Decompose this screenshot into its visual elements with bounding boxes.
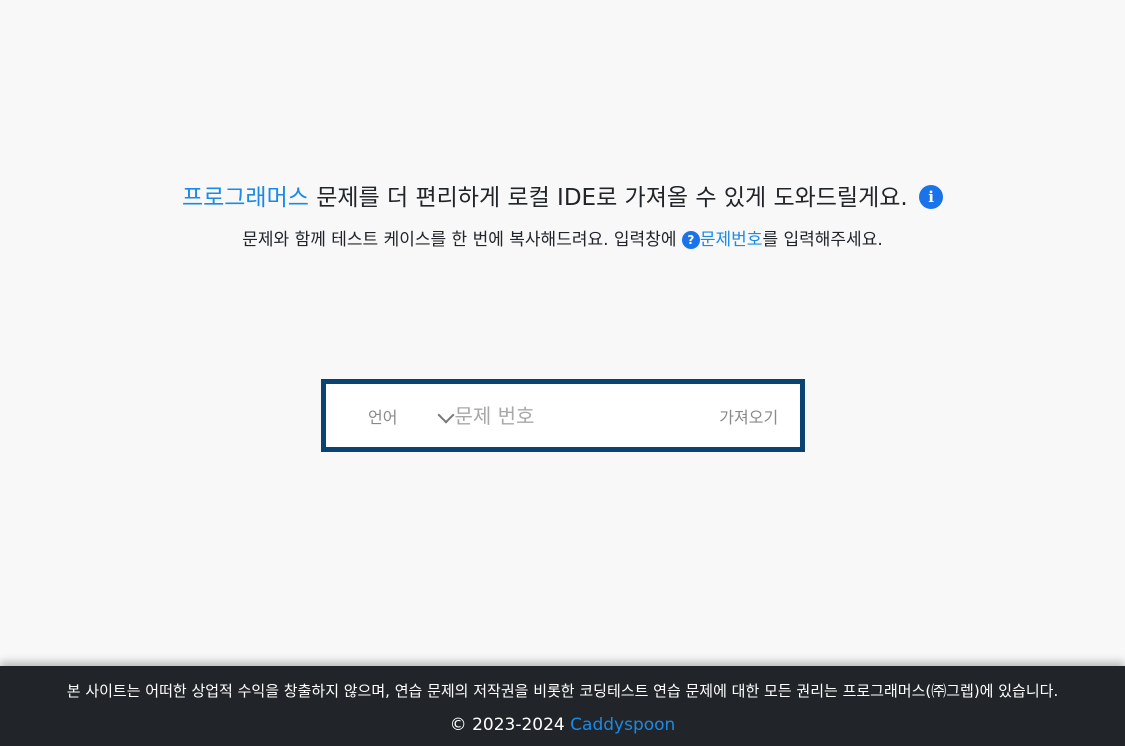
footer: 본 사이트는 어떠한 상업적 수익을 창출하지 않으며, 연습 문제의 저작권을… [0,666,1125,746]
question-icon[interactable]: ? [681,231,700,249]
info-icon[interactable]: i [919,185,944,209]
programmers-link[interactable]: 프로그래머스 [182,185,309,211]
author-link[interactable]: Caddyspoon [570,715,675,735]
hero-section: 프로그래머스 문제를 더 편리하게 로컬 IDE로 가져올 수 있게 도와드릴게… [0,178,1125,255]
problem-number-link[interactable]: 문제번호 [700,230,763,250]
copyright-text: © 2023-2024 [449,715,571,735]
footer-notice: 본 사이트는 어떠한 상업적 수익을 창출하지 않으며, 연습 문제의 저작권을… [66,682,1059,700]
footer-copyright: © 2023-2024 Caddyspoon [0,714,1125,736]
problem-number-input[interactable] [442,383,706,448]
headline-text: 문제를 더 편리하게 로컬 IDE로 가져올 수 있게 도와드릴게요. [308,185,908,211]
subheadline-text-before: 문제와 함께 테스트 케이스를 한 번에 복사해드려요. 입력창에 [242,230,682,250]
subheadline: 문제와 함께 테스트 케이스를 한 번에 복사해드려요. 입력창에 ? 문제번호를… [0,225,1125,255]
language-select-label: 언어 [368,407,398,427]
search-form: 언어 가져오기 [321,379,805,452]
page: 프로그래머스 문제를 더 편리하게 로컬 IDE로 가져올 수 있게 도와드릴게… [0,0,1125,746]
fetch-button[interactable]: 가져오기 [706,384,801,447]
language-select[interactable]: 언어 [326,384,455,447]
headline: 프로그래머스 문제를 더 편리하게 로컬 IDE로 가져올 수 있게 도와드릴게… [0,178,1125,218]
subheadline-text-after: 를 입력해주세요. [762,230,883,250]
